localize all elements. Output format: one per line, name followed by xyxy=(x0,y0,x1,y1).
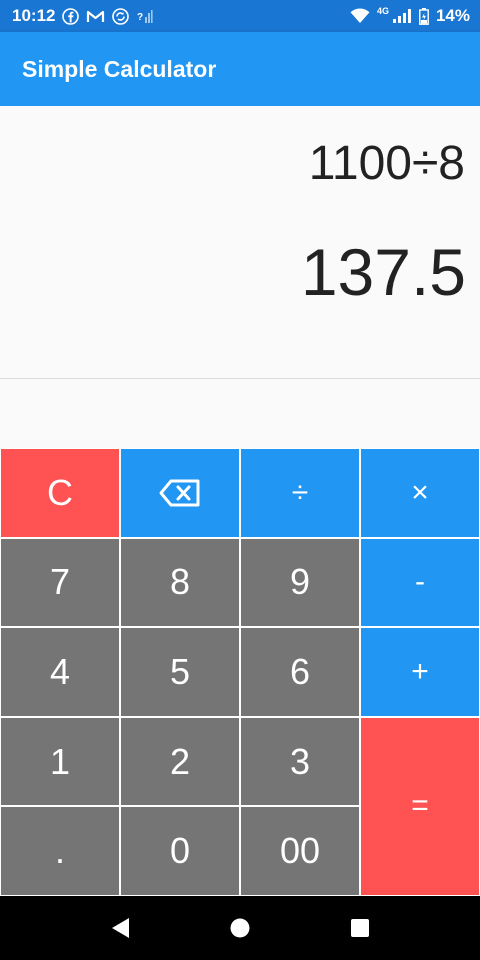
app-title: Simple Calculator xyxy=(22,55,217,82)
digit-8-button[interactable]: 8 xyxy=(121,538,239,627)
status-bar-right: 4G 14% xyxy=(350,6,470,26)
battery-percent: 14% xyxy=(435,6,470,25)
no-signal-icon: ? xyxy=(136,8,154,25)
svg-text:?: ? xyxy=(137,12,143,23)
digit-3-button[interactable]: 3 xyxy=(241,717,359,806)
digit-5-button[interactable]: 5 xyxy=(121,628,239,716)
digit-0-button[interactable]: 0 xyxy=(121,807,239,895)
digit-2-button[interactable]: 2 xyxy=(121,717,239,806)
expression-text: 1100÷8 xyxy=(308,137,465,190)
navigation-bar xyxy=(0,896,480,960)
wifi-icon xyxy=(350,8,370,24)
sync-icon xyxy=(112,7,130,25)
status-bar: 10:12 ? 4G 14% xyxy=(0,0,480,32)
plus-button[interactable]: + xyxy=(361,628,479,716)
decimal-point-button[interactable]: . xyxy=(1,807,119,895)
divide-button[interactable]: ÷ xyxy=(241,449,359,537)
app-bar: Simple Calculator xyxy=(0,32,480,106)
home-icon[interactable] xyxy=(220,908,260,948)
backspace-icon xyxy=(159,479,201,507)
calculator-display: 1100÷8 137.5 xyxy=(0,106,480,379)
gmail-icon xyxy=(86,9,105,24)
multiply-button[interactable]: × xyxy=(361,449,479,537)
result-text: 137.5 xyxy=(300,235,466,309)
double-zero-button[interactable]: 00 xyxy=(241,807,359,895)
digit-4-button[interactable]: 4 xyxy=(1,628,119,716)
minus-button[interactable]: - xyxy=(361,538,479,627)
recents-icon[interactable] xyxy=(340,908,380,948)
status-time: 10:12 xyxy=(12,6,56,25)
equals-button[interactable]: = xyxy=(361,717,479,895)
facebook-icon xyxy=(62,7,80,25)
backspace-button[interactable] xyxy=(121,449,239,537)
digit-1-button[interactable]: 1 xyxy=(1,717,119,806)
digit-9-button[interactable]: 9 xyxy=(241,538,359,627)
status-bar-left: 10:12 ? xyxy=(12,6,154,26)
keypad: C ÷ × 7 8 9 - 4 5 6 + 1 2 3 = . 0 00 xyxy=(0,448,480,896)
battery-icon xyxy=(419,7,429,25)
digit-7-button[interactable]: 7 xyxy=(1,538,119,627)
cell-signal-icon xyxy=(392,8,412,24)
digit-6-button[interactable]: 6 xyxy=(241,628,359,716)
network-type-label: 4G xyxy=(376,6,389,16)
back-icon[interactable] xyxy=(100,908,140,948)
clear-button[interactable]: C xyxy=(1,449,119,537)
